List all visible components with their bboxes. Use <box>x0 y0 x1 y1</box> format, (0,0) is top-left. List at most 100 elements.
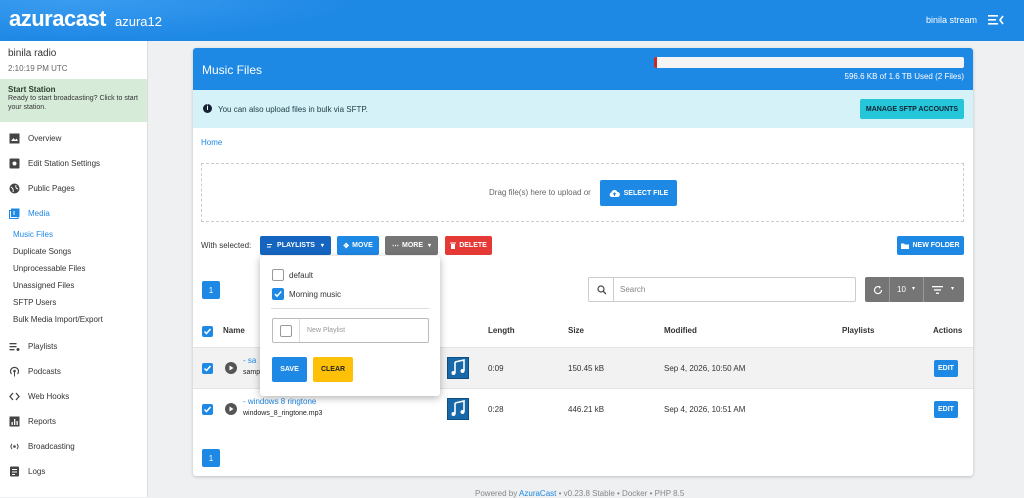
sidebar-item-label: Podcasts <box>28 367 61 376</box>
move-button[interactable]: ✥ MOVE <box>337 236 379 255</box>
sidebar-item-media[interactable]: Media <box>0 201 147 226</box>
playlists-dropdown-button[interactable]: PLAYLISTS ▾ <box>260 236 331 255</box>
caret-down-icon: ▾ <box>951 286 955 292</box>
song-size: 150.45 kB <box>568 364 605 373</box>
playlist-option-morning-music[interactable]: Morning music <box>272 288 341 300</box>
sidebar-subitem-music-files[interactable]: Music Files <box>0 226 147 243</box>
move-button-label: MOVE <box>352 242 373 249</box>
sidebar-item-public-pages[interactable]: Public Pages <box>0 176 147 201</box>
column-header-playlists[interactable]: Playlists <box>842 326 874 335</box>
column-header-name[interactable]: Name <box>223 326 245 335</box>
play-icon <box>229 365 234 371</box>
edit-button[interactable]: EDIT <box>934 360 958 377</box>
manage-sftp-button[interactable]: MANAGE SFTP ACCOUNTS <box>860 99 964 119</box>
sidebar-item-label: Public Pages <box>28 184 75 193</box>
select-all-checkbox[interactable] <box>202 326 213 337</box>
globe-icon <box>9 183 20 194</box>
select-file-button[interactable]: SELECT FILE <box>600 180 677 206</box>
song-filename: windows_8_ringtone.mp3 <box>243 410 323 417</box>
playlist-option-default[interactable]: default <box>272 269 313 281</box>
check-icon <box>203 328 212 335</box>
clear-button[interactable]: CLEAR <box>313 357 353 382</box>
storage-usage-text: 596.6 KB of 1.6 TB Used (2 Files) <box>844 72 964 81</box>
sidebar-item-overview[interactable]: Overview <box>0 126 147 151</box>
delete-button-label: DELETE <box>459 242 487 249</box>
user-menu[interactable]: binila stream <box>926 15 977 25</box>
sidebar-item-edit-station-settings[interactable]: Edit Station Settings <box>0 151 147 176</box>
pagination-page-1-bottom[interactable]: 1 <box>202 449 220 467</box>
playlist-checkbox[interactable] <box>272 269 284 281</box>
song-modified: Sep 4, 2026, 10:51 AM <box>664 405 746 414</box>
sidebar-subitem-unprocessable-files[interactable]: Unprocessable Files <box>0 260 147 277</box>
sidebar-subitem-bulk-import-export[interactable]: Bulk Media Import/Export <box>0 311 147 328</box>
sidebar-subitem-unassigned-files[interactable]: Unassigned Files <box>0 277 147 294</box>
playlist-checkbox[interactable] <box>272 288 284 300</box>
sidebar-item-podcasts[interactable]: Podcasts <box>0 359 147 384</box>
sidebar-item-broadcasting[interactable]: Broadcasting <box>0 434 147 459</box>
sftp-info-alert: i You can also upload files in bulk via … <box>193 90 973 128</box>
album-art[interactable] <box>447 398 469 420</box>
column-header-length[interactable]: Length <box>488 326 515 335</box>
sidebar-item-web-hooks[interactable]: Web Hooks <box>0 384 147 409</box>
play-button[interactable] <box>225 403 237 415</box>
edit-button[interactable]: EDIT <box>934 401 958 418</box>
row-checkbox[interactable] <box>202 404 213 415</box>
album-art[interactable] <box>447 357 469 379</box>
start-station-button[interactable]: Start Station Ready to start broadcastin… <box>0 79 147 122</box>
select-file-label: SELECT FILE <box>623 189 669 197</box>
tools-divider <box>889 277 890 302</box>
new-playlist-field[interactable]: New Playlist <box>272 318 429 343</box>
song-filename: samp <box>243 369 261 376</box>
start-station-desc: Ready to start broadcasting? Click to st… <box>8 95 138 111</box>
check-icon <box>203 406 212 413</box>
dropzone-text: Drag file(s) here to upload or <box>489 188 591 197</box>
search-field[interactable]: Search <box>588 277 856 302</box>
table-tools: 10 ▾ ▾ <box>865 277 964 302</box>
save-button[interactable]: SAVE <box>272 357 307 382</box>
sidebar-item-label: Logs <box>28 467 46 476</box>
sidebar-subitem-duplicate-songs[interactable]: Duplicate Songs <box>0 243 147 260</box>
filter-icon[interactable] <box>932 286 943 294</box>
column-header-size[interactable]: Size <box>568 326 584 335</box>
breadcrumb-home[interactable]: Home <box>201 138 222 147</box>
new-playlist-input[interactable]: New Playlist <box>307 327 345 334</box>
caret-down-icon: ▾ <box>427 243 431 249</box>
new-playlist-checkbox[interactable] <box>280 325 292 337</box>
pagination-page-1-top[interactable]: 1 <box>202 281 220 299</box>
playlists-dropdown-menu: default Morning music New Playlist SAVE … <box>260 256 440 396</box>
start-station-title: Start Station <box>8 85 56 94</box>
song-title-link[interactable]: - sa <box>243 356 256 365</box>
sidebar-item-playlists[interactable]: Playlists <box>0 334 147 359</box>
upload-dropzone[interactable]: Drag file(s) here to upload or SELECT FI… <box>201 163 964 222</box>
search-input[interactable]: Search <box>620 285 645 294</box>
podcast-icon <box>9 366 20 377</box>
sidebar-item-label: Playlists <box>28 342 58 351</box>
column-header-modified[interactable]: Modified <box>664 326 697 335</box>
sidebar-toggle-icon[interactable] <box>988 13 1004 27</box>
search-icon-wrapper <box>589 278 614 301</box>
new-folder-button[interactable]: NEW FOLDER <box>897 236 964 255</box>
sidebar-item-label: Web Hooks <box>28 392 70 401</box>
row-checkbox[interactable] <box>202 363 213 374</box>
more-dropdown-button[interactable]: ⋯ MORE ▾ <box>385 236 438 255</box>
sidebar-item-logs[interactable]: Logs <box>0 459 147 484</box>
playlists-button-label: PLAYLISTS <box>277 242 315 249</box>
song-size: 446.21 kB <box>568 405 605 414</box>
more-button-label: MORE <box>401 242 423 249</box>
refresh-icon[interactable] <box>873 285 883 295</box>
brand-logo[interactable]: azuracast <box>9 6 107 32</box>
play-button[interactable] <box>225 362 237 374</box>
song-modified: Sep 4, 2026, 10:50 AM <box>664 364 746 373</box>
sidebar-item-label: Edit Station Settings <box>28 159 101 168</box>
per-page-select[interactable]: 10 <box>897 285 906 294</box>
station-time: 2:10:19 PM UTC <box>8 64 68 73</box>
sidebar-subitem-sftp-users[interactable]: SFTP Users <box>0 294 147 311</box>
sidebar-item-label: Broadcasting <box>28 442 75 451</box>
song-title-link[interactable]: - windows 8 ringtone <box>243 397 316 406</box>
folder-icon <box>901 243 910 249</box>
logs-icon <box>10 466 19 477</box>
sidebar-item-reports[interactable]: Reports <box>0 409 147 434</box>
delete-button[interactable]: DELETE <box>445 236 492 255</box>
with-selected-label: With selected: <box>201 241 252 250</box>
playlist-option-label: default <box>289 270 314 280</box>
